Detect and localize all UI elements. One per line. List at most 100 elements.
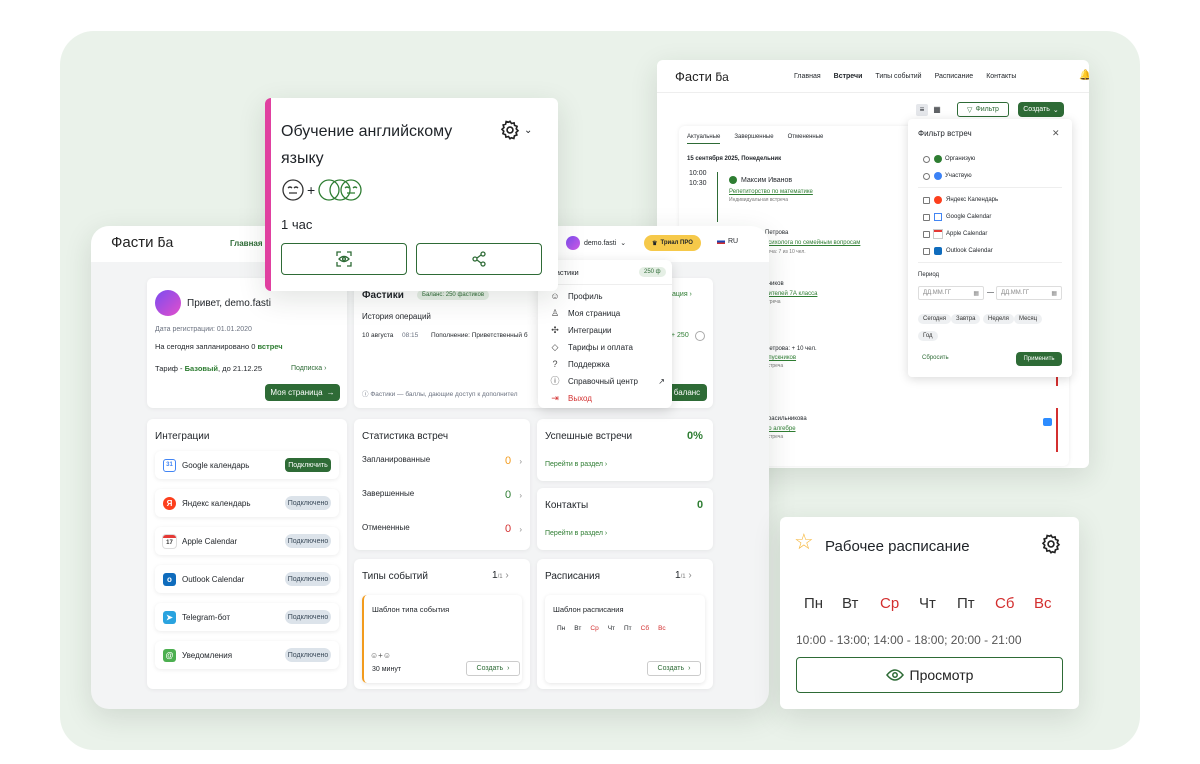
menu-integrations[interactable]: ✣ Интеграции bbox=[550, 325, 611, 335]
cal-yandex[interactable]: Яндекс Календарь bbox=[923, 196, 998, 204]
menu-my-page[interactable]: ♙ Моя страница bbox=[550, 308, 620, 318]
logo-mark: ƃa bbox=[157, 234, 174, 250]
logo[interactable]: Фасти ƃa bbox=[675, 69, 729, 84]
chip-year[interactable]: Год bbox=[918, 331, 938, 341]
event-5[interactable]: Грасильникова по алгебре встреча bbox=[765, 416, 807, 440]
event-marker bbox=[1056, 408, 1058, 452]
reset-link[interactable]: Сбросить bbox=[922, 355, 949, 361]
cal-label: Яндекс Календарь bbox=[946, 197, 999, 203]
nav-schedule[interactable]: Расписание bbox=[935, 73, 974, 80]
event-link[interactable]: дителей 7А класса bbox=[765, 291, 817, 297]
cal-label: Apple Calendar bbox=[946, 231, 988, 237]
event-1[interactable]: Максим Иванов Репетиторство по математик… bbox=[729, 176, 813, 203]
create-schedule-button[interactable]: Создать › bbox=[647, 661, 701, 676]
types-count[interactable]: 1/1 › bbox=[492, 570, 509, 581]
schedule-template[interactable]: Шаблон расписания Пн Вт Ср Чт Пт Сб Вс С… bbox=[545, 595, 705, 683]
chip-tomorrow[interactable]: Завтра bbox=[951, 314, 981, 324]
nav-home[interactable]: Главная bbox=[794, 73, 821, 80]
date-to-input[interactable]: ДД.ММ.ГГ ▦ bbox=[996, 286, 1062, 300]
stat-row-cancelled[interactable]: Отмененные 0 › bbox=[362, 523, 522, 535]
logo[interactable]: Фасти ƃa bbox=[111, 234, 173, 251]
event-sub: Индивидуальная встреча bbox=[729, 197, 788, 203]
filter-button[interactable]: ▽ Фильтр bbox=[957, 102, 1009, 117]
connected-badge[interactable]: Подключено bbox=[285, 534, 331, 548]
event-link[interactable]: психолога по семейным вопросам bbox=[765, 240, 860, 246]
day-tue: Вт bbox=[842, 595, 859, 612]
fastiki-title: Фастики bbox=[362, 290, 404, 301]
event-type-template[interactable]: Шаблон типа события ☺+☺ 30 минут Создать… bbox=[362, 595, 522, 683]
date-from-input[interactable]: ДД.ММ.ГГ ▦ bbox=[918, 286, 984, 300]
event-link[interactable]: по алгебре bbox=[765, 426, 807, 432]
role-participate[interactable]: Участвую bbox=[923, 172, 972, 180]
success-link[interactable]: Перейти в раздел › bbox=[545, 461, 607, 468]
stat-row-finished[interactable]: Завершенные 0 › bbox=[362, 489, 522, 501]
tab-cancelled[interactable]: Отмененные bbox=[788, 134, 824, 144]
chip-week[interactable]: Неделя bbox=[983, 314, 1014, 324]
stat-label: Завершенные bbox=[362, 489, 415, 498]
lang-label: RU bbox=[728, 238, 739, 245]
event-link[interactable]: ипускников bbox=[765, 355, 817, 361]
event-link[interactable]: Репетиторство по математике bbox=[729, 189, 813, 195]
menu-tariffs[interactable]: ◇ Тарифы и оплата bbox=[550, 342, 633, 352]
my-page-button[interactable]: Моя страница → bbox=[265, 384, 340, 401]
list-view-icon[interactable]: ≡ bbox=[916, 104, 928, 116]
connected-badge[interactable]: Подключено bbox=[285, 610, 331, 624]
menu-support[interactable]: ? Поддержка bbox=[550, 359, 609, 369]
view-button[interactable]: Просмотр bbox=[796, 657, 1063, 693]
grid-view-icon[interactable]: ▦ bbox=[931, 104, 943, 116]
chevron-right-icon: › bbox=[519, 525, 522, 534]
ops-link-label: ация bbox=[672, 291, 688, 298]
connected-badge[interactable]: Подключено bbox=[285, 648, 331, 662]
language-switch[interactable]: RU bbox=[717, 238, 738, 245]
event-types-card: Типы событий 1/1 › Шаблон типа события ☺… bbox=[354, 559, 530, 689]
connected-badge[interactable]: Подключено bbox=[285, 496, 331, 510]
close-icon[interactable]: ✕ bbox=[1052, 128, 1060, 139]
nav-event-types[interactable]: Типы событий bbox=[875, 73, 921, 80]
stat-value: 0 bbox=[504, 455, 512, 467]
topup-button[interactable]: баланс bbox=[667, 384, 707, 401]
contacts-link[interactable]: Перейти в раздел › bbox=[545, 530, 607, 537]
user-menu[interactable]: demo.fasti ⌄ bbox=[566, 236, 626, 250]
chip-today[interactable]: Сегодня bbox=[918, 314, 951, 324]
pro-badge[interactable]: ♛ Триал ПРО bbox=[644, 235, 701, 251]
cal-outlook[interactable]: Outlook Calendar bbox=[923, 247, 993, 255]
settings-button[interactable] bbox=[1040, 533, 1062, 560]
bell-icon[interactable]: 🔔 bbox=[1079, 70, 1089, 81]
create-type-button[interactable]: Создать › bbox=[466, 661, 520, 676]
course-title: Обучение английскому языку bbox=[281, 118, 452, 172]
menu-logout[interactable]: ⇥ Выход bbox=[550, 393, 592, 403]
apple-calendar-icon: 17 bbox=[163, 534, 176, 548]
nav-meetings[interactable]: Встречи bbox=[834, 73, 863, 80]
role-organize[interactable]: Организую bbox=[923, 155, 975, 163]
menu-profile[interactable]: ☺ Профиль bbox=[550, 291, 602, 301]
cal-apple[interactable]: Apple Calendar bbox=[923, 230, 987, 238]
event-4[interactable]: Петрова: + 10 чел. ипускников встреча bbox=[765, 346, 817, 369]
tab-actual[interactable]: Актуальные bbox=[687, 134, 721, 144]
nav-contacts[interactable]: Контакты bbox=[986, 73, 1016, 80]
event-3[interactable]: тников дителей 7А класса стреча bbox=[765, 281, 817, 305]
day-wed: Ср bbox=[590, 625, 599, 632]
event-2[interactable]: Петрова психолога по семейным вопросам р… bbox=[765, 230, 860, 255]
stat-row-planned[interactable]: Запланированные 0 › bbox=[362, 455, 522, 467]
schedules-count[interactable]: 1/1 › bbox=[675, 570, 692, 581]
timeline bbox=[717, 172, 718, 222]
star-icon[interactable]: ☆ bbox=[794, 531, 814, 553]
chip-month[interactable]: Месяц bbox=[1014, 314, 1043, 324]
share-icon bbox=[472, 251, 486, 267]
apply-button[interactable]: Применить bbox=[1016, 352, 1062, 366]
subscription-link[interactable]: Подписка › bbox=[291, 365, 326, 372]
create-button[interactable]: Создать ⌄ bbox=[1018, 102, 1064, 117]
connected-badge[interactable]: Подключено bbox=[285, 572, 331, 586]
menu-help-center[interactable]: ⓘ Справочный центр ↗ bbox=[550, 376, 665, 386]
cal-google[interactable]: Google Calendar bbox=[923, 213, 991, 221]
ops-link[interactable]: ация › bbox=[672, 291, 692, 298]
course-title-line-2: языку bbox=[281, 150, 324, 167]
connect-button[interactable]: Подключить bbox=[285, 458, 331, 472]
preview-button[interactable] bbox=[281, 243, 407, 275]
filter-title: Фильтр встреч bbox=[918, 129, 972, 138]
nav-home[interactable]: Главная bbox=[230, 239, 263, 248]
tab-finished[interactable]: Завершенные bbox=[734, 134, 773, 144]
today-text: На сегодня запланировано 0 bbox=[155, 342, 258, 351]
settings-menu[interactable]: ⌄ bbox=[499, 119, 532, 141]
share-button[interactable] bbox=[416, 243, 542, 275]
